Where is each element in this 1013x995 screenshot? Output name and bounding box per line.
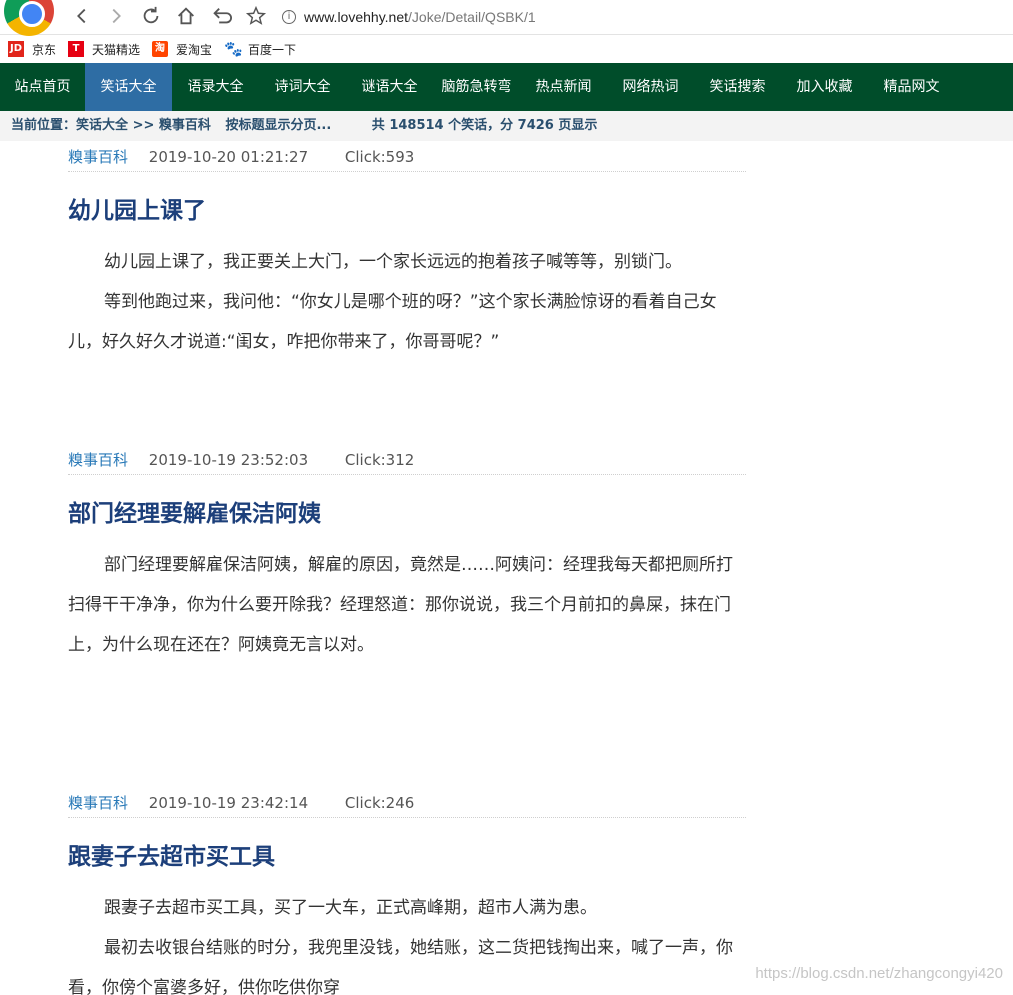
browser-toolbar: i www.lovehhy.net/Joke/Detail/QSBK/1 bbox=[0, 0, 1013, 36]
article-paragraph: 最初去收银台结账的时分，我兜里没钱，她结账，这二货把钱掏出来，喊了一声，你看，你… bbox=[68, 938, 733, 995]
nav-item-brainteasers[interactable]: 脑筋急转弯 bbox=[433, 63, 520, 111]
address-bar[interactable]: i www.lovehhy.net/Joke/Detail/QSBK/1 bbox=[282, 6, 536, 28]
reload-icon[interactable] bbox=[139, 5, 163, 29]
article-category-link[interactable]: 糗事百科 bbox=[68, 148, 128, 166]
nav-item-buzzwords[interactable]: 网络热词 bbox=[607, 63, 694, 111]
breadcrumb-prefix: 当前位置： bbox=[11, 118, 77, 133]
article: 糗事百科 2019-10-20 01:21:27 Click:593 幼儿园上课… bbox=[68, 142, 746, 362]
breadcrumb-link-qsbk[interactable]: 糗事百科 bbox=[159, 118, 211, 133]
nav-item-quotes[interactable]: 语录大全 bbox=[172, 63, 259, 111]
forward-icon[interactable] bbox=[104, 5, 128, 29]
article-datetime: 2019-10-20 01:21:27 bbox=[148, 148, 309, 166]
article-clicks: Click:312 bbox=[344, 451, 415, 469]
jd-icon: JD bbox=[8, 41, 24, 57]
url-host: www.lovehhy.net bbox=[304, 9, 409, 25]
bookmark-taobao[interactable]: 淘 爱淘宝 bbox=[152, 41, 212, 58]
article-paragraph: 等到他跑过来，我问他：“你女儿是哪个班的呀？”这个家长满脸惊讶的看着自己女儿，好… bbox=[68, 292, 717, 352]
bookmark-tmall[interactable]: T 天猫精选 bbox=[68, 41, 140, 58]
article-meta: 糗事百科 2019-10-20 01:21:27 Click:593 bbox=[68, 142, 746, 172]
article-clicks: Click:246 bbox=[344, 794, 415, 812]
nav-item-news[interactable]: 热点新闻 bbox=[520, 63, 607, 111]
article-category-link[interactable]: 糗事百科 bbox=[68, 794, 128, 812]
article-body: 部门经理要解雇保洁阿姨，解雇的原因，竟然是……阿姨问：经理我每天都把厕所打扫得干… bbox=[68, 545, 746, 665]
breadcrumb-separator: >> bbox=[132, 118, 155, 133]
article-datetime: 2019-10-19 23:52:03 bbox=[148, 451, 309, 469]
bookmark-label: 天猫精选 bbox=[92, 42, 141, 57]
article-datetime: 2019-10-19 23:42:14 bbox=[148, 794, 309, 812]
page-mode-hint[interactable]: 按标题显示分页... bbox=[225, 118, 331, 133]
tmall-icon: T bbox=[68, 41, 85, 57]
article-body: 跟妻子去超市买工具，买了一大车，正式高峰期，超市人满为患。 最初去收银台结账的时… bbox=[68, 888, 746, 995]
bookmark-star-icon[interactable] bbox=[244, 5, 268, 29]
article: 糗事百科 2019-10-19 23:52:03 Click:312 部门经理要… bbox=[68, 445, 746, 665]
browser-logo-icon bbox=[4, 0, 54, 36]
back-icon[interactable] bbox=[70, 5, 94, 29]
bookmark-baidu[interactable]: 🐾 百度一下 bbox=[224, 41, 296, 58]
nav-item-articles[interactable]: 精品网文 bbox=[868, 63, 955, 111]
nav-item-joke-search[interactable]: 笑话搜索 bbox=[694, 63, 781, 111]
article-meta: 糗事百科 2019-10-19 23:42:14 Click:246 bbox=[68, 788, 746, 818]
article-clicks: Click:593 bbox=[344, 148, 415, 166]
info-icon[interactable]: i bbox=[282, 10, 296, 24]
bookmark-label: 京东 bbox=[32, 42, 57, 57]
article-title[interactable]: 跟妻子去超市买工具 bbox=[68, 840, 746, 874]
article-paragraph: 部门经理要解雇保洁阿姨，解雇的原因，竟然是……阿姨问：经理我每天都把厕所打扫得干… bbox=[68, 555, 733, 655]
article-paragraph: 跟妻子去超市买工具，买了一大车，正式高峰期，超市人满为患。 bbox=[104, 898, 597, 918]
article-meta: 糗事百科 2019-10-19 23:52:03 Click:312 bbox=[68, 445, 746, 475]
article: 糗事百科 2019-10-19 23:42:14 Click:246 跟妻子去超… bbox=[68, 788, 746, 995]
baidu-paw-icon: 🐾 bbox=[224, 40, 243, 58]
article-title[interactable]: 幼儿园上课了 bbox=[68, 194, 746, 228]
url-path: /Joke/Detail/QSBK/1 bbox=[408, 9, 536, 25]
breadcrumb: 当前位置：笑话大全 >> 糗事百科 按标题显示分页... 共 148514 个笑… bbox=[0, 111, 1013, 141]
nav-item-home[interactable]: 站点首页 bbox=[0, 63, 85, 111]
article-body: 幼儿园上课了，我正要关上大门，一个家长远远的抱着孩子喊等等，别锁门。 等到他跑过… bbox=[68, 242, 746, 362]
nav-item-poems[interactable]: 诗词大全 bbox=[259, 63, 346, 111]
site-nav: 站点首页 笑话大全 语录大全 诗词大全 谜语大全 脑筋急转弯 热点新闻 网络热词… bbox=[0, 63, 1013, 111]
nav-item-riddles[interactable]: 谜语大全 bbox=[346, 63, 433, 111]
bookmarks-bar: JD 京东 T 天猫精选 淘 爱淘宝 🐾 百度一下 bbox=[0, 36, 1013, 62]
undo-icon[interactable] bbox=[209, 5, 233, 29]
nav-item-add-favorite[interactable]: 加入收藏 bbox=[781, 63, 868, 111]
bookmark-jd[interactable]: JD 京东 bbox=[8, 41, 56, 58]
bookmark-label: 爱淘宝 bbox=[176, 42, 213, 57]
article-category-link[interactable]: 糗事百科 bbox=[68, 451, 128, 469]
breadcrumb-link-jokes[interactable]: 笑话大全 bbox=[76, 118, 128, 133]
taobao-icon: 淘 bbox=[152, 41, 169, 57]
bookmark-label: 百度一下 bbox=[248, 42, 297, 57]
watermark: https://blog.csdn.net/zhangcongyi420 bbox=[755, 965, 1003, 982]
home-icon[interactable] bbox=[174, 5, 198, 29]
article-paragraph: 幼儿园上课了，我正要关上大门，一个家长远远的抱着孩子喊等等，别锁门。 bbox=[104, 252, 682, 272]
nav-item-jokes[interactable]: 笑话大全 bbox=[85, 63, 172, 111]
joke-stats: 共 148514 个笑话，分 7426 页显示 bbox=[371, 118, 598, 133]
article-title[interactable]: 部门经理要解雇保洁阿姨 bbox=[68, 497, 746, 531]
